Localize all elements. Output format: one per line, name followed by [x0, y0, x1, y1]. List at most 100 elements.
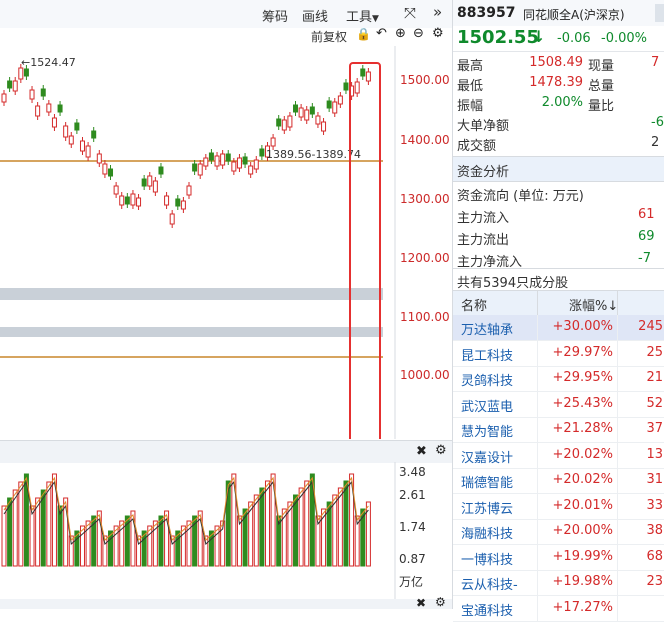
stat-label: 振幅 [457, 99, 484, 114]
volume-bar [253, 494, 259, 567]
price-row: 1502.55 ↓ -0.06 -0.00% [457, 27, 662, 51]
candle [253, 159, 259, 170]
candle [231, 161, 237, 172]
volume-bar [298, 487, 304, 567]
vol-tick: 3.48 [399, 465, 426, 479]
candle [326, 100, 332, 109]
candle [220, 153, 226, 166]
col-header-name[interactable]: 名称 [461, 295, 487, 314]
quote-header: 883957 同花顺全A(沪深京) [453, 0, 664, 26]
candle [40, 88, 46, 97]
volume-bar [1, 505, 7, 567]
table-row[interactable]: 江苏博云 +20.01% 33 [453, 493, 664, 520]
settings-icon[interactable]: ⚙ [432, 26, 444, 41]
volume-bar [343, 480, 349, 567]
undo-icon[interactable]: ↶ [376, 26, 387, 41]
stock-name-cell[interactable]: 一博科技 [461, 549, 539, 568]
volume-bar [29, 505, 35, 567]
fund-label: 资金流向 (单位: 万元) [457, 189, 584, 204]
fullscreen-icon[interactable]: ⤧ [404, 4, 416, 22]
volume-bar [214, 525, 220, 567]
pct-cell: +30.00% [552, 319, 613, 334]
table-row[interactable]: 昆工科技 +29.97% 25 [453, 340, 664, 367]
zoom-out-icon[interactable]: ⊖ [413, 26, 424, 41]
fund-row: 主力流出 69 [453, 226, 664, 248]
close-icon[interactable]: ✖ [416, 444, 427, 459]
candle [197, 163, 203, 176]
candle [192, 163, 198, 172]
pct-cell: +25.43% [552, 395, 613, 411]
bottom-strip: ✖ ⚙ [0, 595, 452, 610]
table-row[interactable]: 武汉蓝电 +25.43% 52 [453, 391, 664, 418]
stock-name-cell[interactable]: 宝通科技 [461, 600, 539, 619]
fund-label: 主力流出 [457, 233, 510, 248]
volume-bar [46, 481, 52, 567]
table-row[interactable]: 云从科技- +19.98% 23 [453, 570, 664, 596]
stock-name-cell[interactable]: 灵鸽科技 [461, 370, 539, 389]
close-icon[interactable]: ✖ [416, 596, 426, 610]
collapse-right-icon[interactable]: » [433, 3, 442, 21]
fund-section-header[interactable]: 资金分析 [453, 156, 664, 182]
kline-chart[interactable]: ←1524.47 1389.56-1389.74 1500.00 1400.00… [0, 46, 452, 622]
y-tick: 1500.00 [400, 73, 450, 87]
volume-bar [180, 525, 186, 567]
stock-name-cell[interactable]: 慧为智能 [461, 421, 539, 440]
table-row[interactable]: 灵鸽科技 +29.95% 21 [453, 366, 664, 392]
pct-cell: +29.97% [552, 344, 613, 360]
table-row[interactable]: 瑞德智能 +20.02% 31 [453, 468, 664, 494]
candle [119, 195, 125, 206]
settings-icon[interactable]: ⚙ [435, 443, 447, 458]
stat-label-2: 总量 [588, 79, 615, 94]
zoom-in-icon[interactable]: ⊕ [395, 26, 406, 41]
stock-name-cell[interactable]: 汉嘉设计 [461, 447, 539, 466]
tools-menu-button[interactable]: 工具▼ [346, 6, 379, 25]
volume-bar [113, 525, 119, 567]
fund-section-title: 资金分析 [457, 165, 510, 180]
fund-value: 61 [638, 207, 655, 222]
stock-name-cell[interactable]: 武汉蓝电 [461, 396, 539, 415]
constituent-summary: 共有5394只成分股 [457, 276, 569, 291]
value-cell: 33 [646, 497, 663, 513]
pct-cell: +20.02% [552, 446, 613, 462]
candle [214, 155, 220, 167]
candle [141, 178, 147, 187]
adjust-mode-button[interactable]: 前复权 [311, 28, 347, 45]
col-header-pct[interactable]: 涨幅%↓ [569, 295, 618, 314]
vol-tick: 1.74 [399, 520, 426, 534]
stock-name-cell[interactable]: 云从科技- [461, 574, 539, 593]
table-row[interactable]: 万达轴承 +30.00% 245 [453, 315, 664, 341]
cost-line-label: 1389.56-1389.74 [266, 148, 361, 161]
kline-svg: ←1524.47 1389.56-1389.74 [0, 46, 396, 622]
header-tab[interactable] [655, 4, 664, 22]
value-cell: 52 [646, 395, 663, 411]
stat-label: 成交额 [457, 139, 497, 154]
pct-cell: +20.00% [552, 523, 613, 538]
candle [332, 101, 338, 114]
settings-icon[interactable]: ⚙ [435, 595, 446, 609]
candle [321, 121, 327, 132]
stock-name-cell[interactable]: 昆工科技 [461, 345, 539, 364]
chips-button[interactable]: 筹码 [262, 6, 288, 25]
stat-label-2: 量比 [588, 99, 615, 114]
candle [29, 89, 35, 100]
volume-bar [293, 494, 299, 567]
stock-name-cell[interactable]: 江苏博云 [461, 498, 539, 517]
stock-name-cell[interactable]: 瑞德智能 [461, 472, 539, 491]
lock-icon[interactable]: 🔒 [356, 27, 371, 41]
stock-name-cell[interactable]: 海融科技 [461, 523, 539, 542]
stock-name-cell[interactable]: 万达轴承 [461, 319, 539, 338]
constituent-table-header: 名称 涨幅%↓ [453, 290, 664, 316]
pct-cell: +20.01% [552, 497, 613, 513]
gray-band [0, 288, 383, 300]
draw-line-button[interactable]: 画线 [302, 6, 328, 25]
candle [7, 80, 13, 89]
price-change-pct: -0.00% [601, 31, 647, 46]
volume-chart[interactable]: 3.48 2.61 1.74 0.87 万亿 [0, 462, 452, 599]
table-row[interactable]: 海融科技 +20.00% 38 [453, 519, 664, 545]
table-row[interactable]: 一博科技 +19.99% 68 [453, 544, 664, 571]
volume-bar [264, 480, 270, 567]
candle [1, 93, 7, 103]
caret-down-icon: ▼ [372, 14, 379, 24]
table-row[interactable]: 汉嘉设计 +20.02% 13 [453, 442, 664, 469]
table-row[interactable]: 慧为智能 +21.28% 37 [453, 417, 664, 443]
